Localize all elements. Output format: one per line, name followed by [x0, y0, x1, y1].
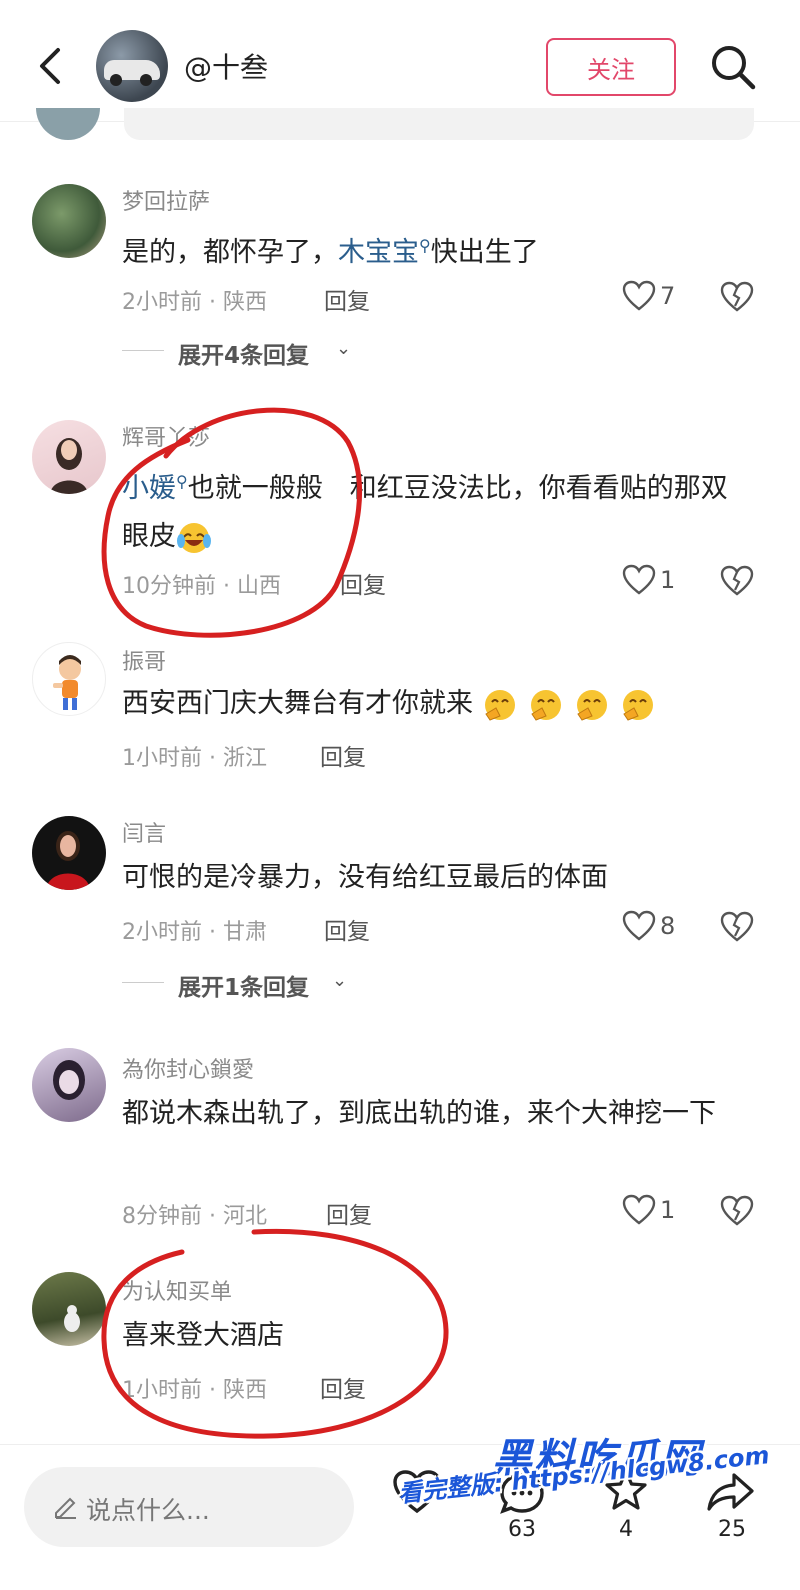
- previous-comment-avatar: [36, 108, 100, 140]
- broken-heart-icon[interactable]: [720, 280, 754, 314]
- comment-meta: 1小时前 · 陕西: [122, 1378, 267, 1403]
- expand-replies-button[interactable]: 展开1条回复: [178, 968, 309, 1002]
- reply-button[interactable]: 回复: [340, 566, 386, 600]
- comment-meta: 10分钟前 · 山西: [122, 574, 281, 599]
- like-count: 1: [660, 566, 676, 594]
- comment-meta: 1小时前 · 浙江: [122, 746, 267, 771]
- comment-input[interactable]: 说点什么...: [24, 1467, 354, 1547]
- like-count: 1: [660, 1196, 676, 1224]
- comment-meta: 8分钟前 · 河北: [122, 1204, 267, 1229]
- comment-text: 都说木森出轨了，到底出轨的谁，来个大神挖一下: [122, 1098, 716, 1129]
- comment-username[interactable]: 为认知买单: [122, 1274, 232, 1306]
- mention-link[interactable]: 小媛: [122, 473, 176, 504]
- reply-button[interactable]: 回复: [326, 1196, 372, 1230]
- comment-count: 63: [508, 1517, 536, 1542]
- search-icon[interactable]: [708, 42, 758, 92]
- account-avatar[interactable]: [96, 30, 168, 102]
- heart-icon[interactable]: [622, 564, 656, 596]
- reply-button[interactable]: 回复: [320, 738, 366, 772]
- reply-button[interactable]: 回复: [324, 912, 370, 946]
- favorite-count: 4: [619, 1517, 633, 1542]
- account-name[interactable]: @十叁: [184, 46, 268, 86]
- comment-text: 喜来登大酒店: [122, 1320, 284, 1351]
- divider: [122, 350, 164, 351]
- reply-button[interactable]: 回复: [320, 1370, 366, 1404]
- previous-comment-stub: [124, 108, 754, 140]
- clapping-emoji: [574, 688, 610, 722]
- chevron-down-icon: ⌄: [336, 338, 352, 359]
- avatar[interactable]: [32, 816, 106, 890]
- comment-meta: 2小时前 · 甘肃: [122, 920, 267, 945]
- comment-meta: 2小时前 · 陕西: [122, 290, 267, 315]
- follow-button[interactable]: 关注: [546, 38, 676, 96]
- broken-heart-icon[interactable]: [720, 910, 754, 944]
- laugh-cry-emoji: [176, 521, 212, 555]
- comment-text: 小媛⚲也就一般般 和红豆没法比，你看看贴的那双眼皮: [122, 458, 752, 561]
- search-icon: ⚲: [176, 472, 188, 491]
- heart-icon[interactable]: [622, 1194, 656, 1226]
- avatar[interactable]: [32, 184, 106, 258]
- comment-text: 可恨的是冷暴力，没有给红豆最后的体面: [122, 862, 608, 893]
- pencil-icon: [55, 1497, 76, 1519]
- clapping-emoji: [620, 688, 656, 722]
- share-count: 25: [718, 1517, 746, 1542]
- broken-heart-icon[interactable]: [720, 564, 754, 598]
- expand-replies-button[interactable]: 展开4条回复: [178, 336, 309, 370]
- comment-username[interactable]: 闫言: [122, 816, 166, 848]
- comment-username[interactable]: 辉哥丫莎: [122, 420, 210, 452]
- search-icon: ⚲: [419, 236, 431, 255]
- clapping-emoji: [528, 688, 564, 722]
- comment-username[interactable]: 振哥: [122, 644, 166, 676]
- like-count: 8: [660, 912, 676, 940]
- heart-icon[interactable]: [622, 910, 656, 942]
- heart-icon[interactable]: [622, 280, 656, 312]
- chevron-down-icon: ⌄: [332, 970, 348, 991]
- divider: [122, 982, 164, 983]
- avatar[interactable]: [32, 642, 106, 716]
- comment-username[interactable]: 梦回拉萨: [122, 184, 210, 216]
- reply-button[interactable]: 回复: [324, 282, 370, 316]
- comment-username[interactable]: 為你封心鎖愛: [122, 1052, 254, 1084]
- avatar[interactable]: [32, 420, 106, 494]
- back-arrow-icon[interactable]: [30, 44, 74, 88]
- broken-heart-icon[interactable]: [720, 1194, 754, 1228]
- avatar[interactable]: [32, 1048, 106, 1122]
- avatar[interactable]: [32, 1272, 106, 1346]
- mention-link[interactable]: 木宝宝: [338, 237, 419, 268]
- comment-text: 西安西门庆大舞台有才你就来: [122, 680, 752, 728]
- clapping-emoji: [482, 688, 518, 722]
- top-bar: @十叁 关注: [0, 0, 800, 122]
- comment-input-placeholder: 说点什么...: [86, 1496, 210, 1525]
- like-count: 7: [660, 282, 676, 310]
- comment-text: 是的，都怀孕了，木宝宝⚲快出生了: [122, 236, 539, 268]
